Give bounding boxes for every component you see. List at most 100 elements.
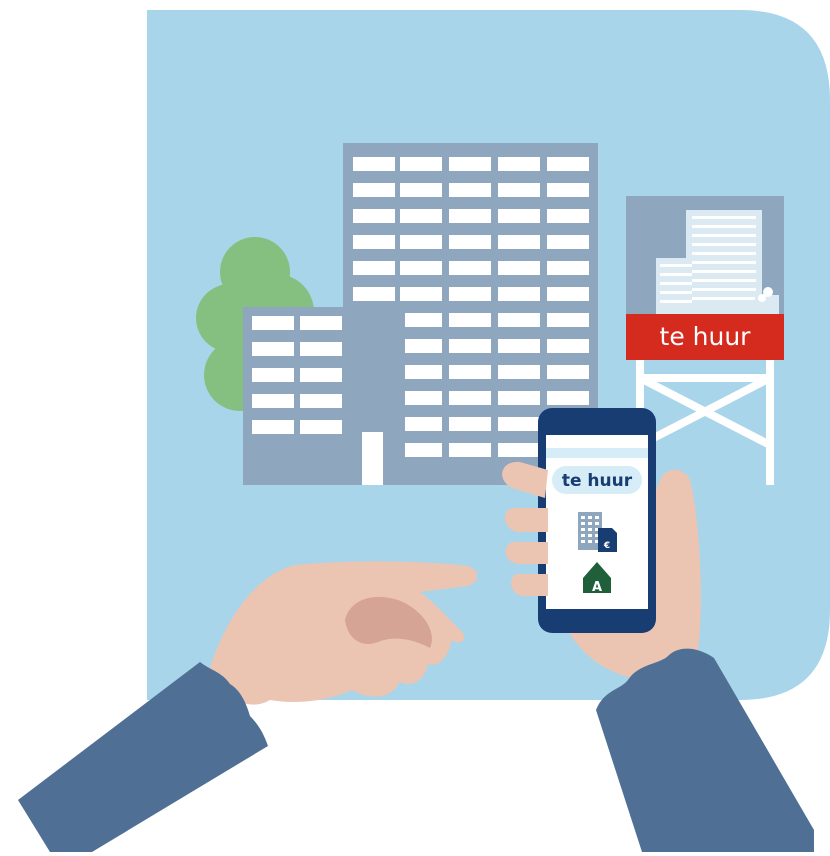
icon-window [581,528,585,531]
window [400,287,442,301]
window [353,287,395,301]
phone-screen-header [546,448,648,458]
window [353,209,395,223]
billboard-window-line [692,234,756,237]
window [300,394,342,408]
building-door [362,432,383,485]
window [252,394,294,408]
window [547,365,589,379]
low-building [243,307,405,485]
window [252,420,294,434]
illustration-svg: te huur te huur € A [18,10,830,852]
window [449,365,491,379]
window [252,316,294,330]
window [400,365,442,379]
icon-window [581,516,585,519]
billboard-window-line [692,297,756,300]
phone-badge-label: te huur [562,471,633,491]
icon-window [595,516,599,519]
window [498,235,540,249]
window [498,261,540,275]
right-finger-1 [504,508,548,532]
euro-symbol: € [603,541,610,551]
window [547,209,589,223]
icon-window [581,540,585,543]
window [449,287,491,301]
window [498,339,540,353]
billboard-window-line [660,300,692,303]
window [498,209,540,223]
window [449,443,491,457]
window [449,417,491,431]
left-sleeve [18,662,268,852]
billboard-window-line [660,264,692,267]
window [498,157,540,171]
window [449,391,491,405]
window [449,209,491,223]
window [498,417,540,431]
window [547,339,589,353]
icon-window [581,522,585,525]
billboard-window-line [692,252,756,255]
billboard-window-line [692,279,756,282]
window [252,368,294,382]
window [547,313,589,327]
window [353,183,395,197]
billboard-window-line [692,243,756,246]
window [353,157,395,171]
window [300,316,342,330]
billboard-window-line [660,273,692,276]
icon-window [588,534,592,537]
billboard-window-line [692,216,756,219]
window [498,365,540,379]
billboard-window-line [660,291,692,294]
icon-window [588,516,592,519]
billboard-sign-label: te huur [660,322,752,351]
window [449,313,491,327]
icon-window [588,540,592,543]
window [400,443,442,457]
billboard-window-line [692,270,756,273]
window [449,183,491,197]
window [400,183,442,197]
icon-window [588,528,592,531]
window [400,157,442,171]
window [300,420,342,434]
window [300,342,342,356]
window [547,235,589,249]
window [400,417,442,431]
window [300,368,342,382]
right-finger-3 [510,574,548,596]
window [353,261,395,275]
illustration: te huur te huur € A [0,0,830,852]
window [498,183,540,197]
window [449,261,491,275]
smartphone: te huur € A [538,408,656,633]
window [547,287,589,301]
window [498,443,540,457]
left-hand [18,561,477,852]
window [400,339,442,353]
window [400,313,442,327]
billboard-window-line [692,288,756,291]
icon-window [595,522,599,525]
window [547,157,589,171]
icon-window [588,522,592,525]
window [547,183,589,197]
window [498,287,540,301]
billboard-window-line [692,261,756,264]
icon-window [581,534,585,537]
window [353,235,395,249]
window [400,209,442,223]
window [449,235,491,249]
window [547,261,589,275]
window [498,391,540,405]
window [400,391,442,405]
window [449,157,491,171]
right-finger-2 [505,542,548,564]
window [449,339,491,353]
billboard-window-line [692,225,756,228]
window [400,261,442,275]
window [498,313,540,327]
window [252,342,294,356]
